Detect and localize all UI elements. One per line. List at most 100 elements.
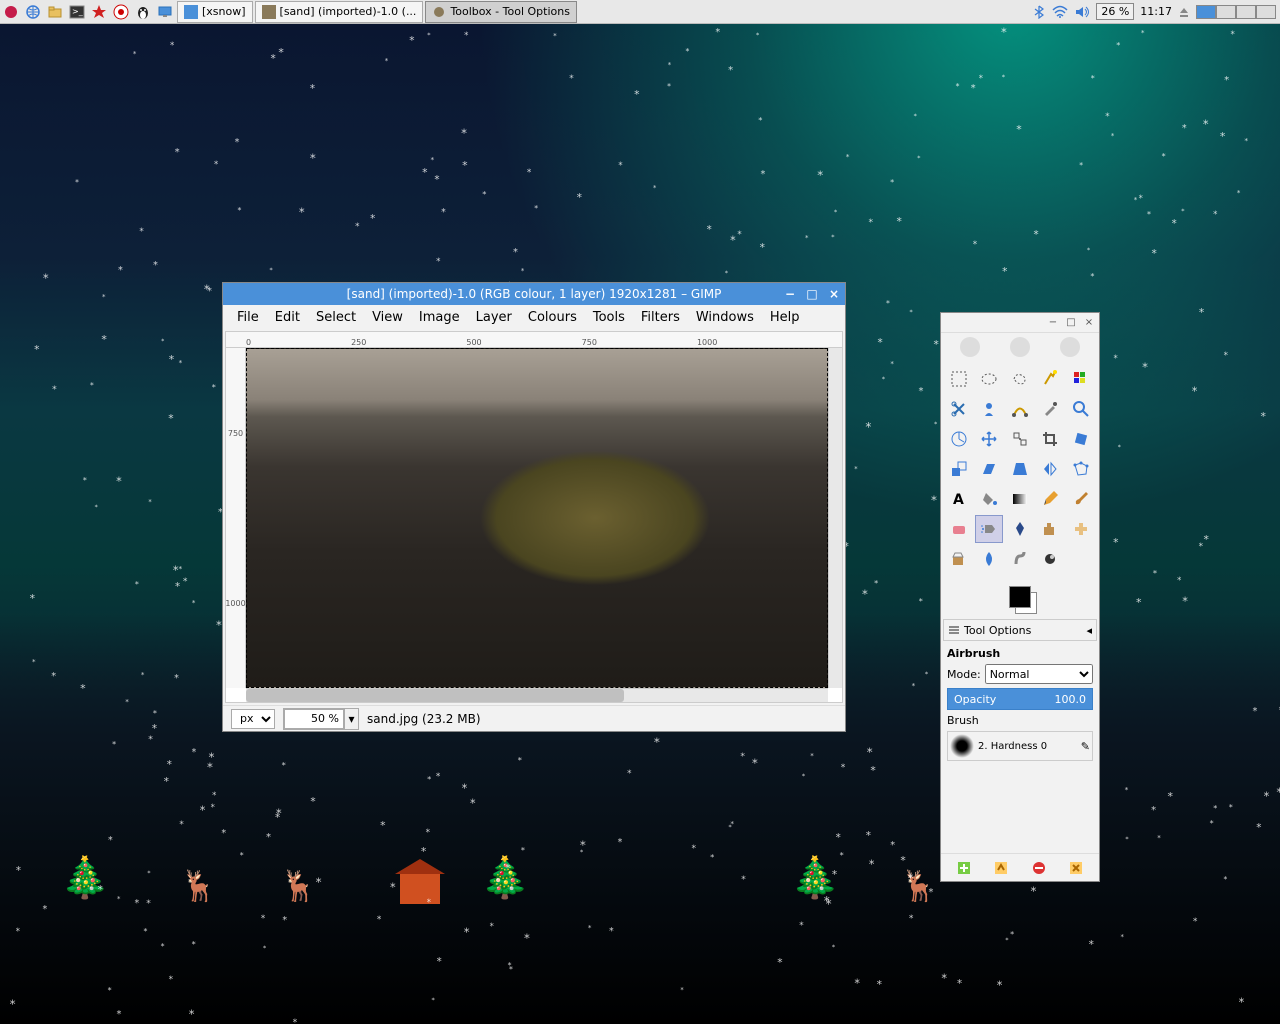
eject-icon[interactable]: [1178, 6, 1190, 18]
free-select-tool[interactable]: [1006, 365, 1034, 393]
app-menu-icon[interactable]: [0, 1, 22, 23]
brush-edit-icon[interactable]: ✎: [1081, 740, 1090, 753]
bucket-fill-tool[interactable]: [975, 485, 1003, 513]
status-file: sand.jpg (23.2 MB): [367, 712, 481, 726]
volume-icon[interactable]: [1074, 5, 1090, 19]
ellipse-select-tool[interactable]: [975, 365, 1003, 393]
minimize-button[interactable]: −: [1047, 317, 1059, 329]
delete-preset-icon[interactable]: [1029, 858, 1049, 878]
cage-tool[interactable]: [1067, 455, 1095, 483]
heal-tool[interactable]: [1067, 515, 1095, 543]
workspace-switcher[interactable]: [1196, 5, 1276, 19]
ruler-vertical[interactable]: 7501000: [226, 348, 246, 688]
options-footer: [941, 853, 1099, 881]
files-icon[interactable]: [44, 1, 66, 23]
unit-select[interactable]: px: [231, 709, 275, 729]
brush-selector[interactable]: 2. Hardness 0 ✎: [947, 731, 1093, 761]
menu-select[interactable]: Select: [308, 307, 364, 328]
menu-view[interactable]: View: [364, 307, 411, 328]
foreground-select-tool[interactable]: [975, 395, 1003, 423]
menu-edit[interactable]: Edit: [267, 307, 308, 328]
menu-help[interactable]: Help: [762, 307, 808, 328]
restore-preset-icon[interactable]: [991, 858, 1011, 878]
rotate-tool[interactable]: [1067, 425, 1095, 453]
close-button[interactable]: ×: [827, 287, 841, 301]
logo-icon[interactable]: [110, 1, 132, 23]
measure-tool[interactable]: [945, 425, 973, 453]
monitor-icon[interactable]: [154, 1, 176, 23]
ruler-horizontal[interactable]: 02505007501000: [226, 332, 842, 348]
task-label: [sand] (imported)-1.0 (...: [280, 5, 417, 18]
minimize-button[interactable]: −: [783, 287, 797, 301]
flip-tool[interactable]: [1036, 455, 1064, 483]
reset-preset-icon[interactable]: [1066, 858, 1086, 878]
xsnow-tree: [60, 854, 90, 904]
tool-grid: A: [941, 361, 1099, 577]
paths-tool[interactable]: [1006, 395, 1034, 423]
maximize-button[interactable]: □: [805, 287, 819, 301]
crop-tool[interactable]: [1036, 425, 1064, 453]
menu-file[interactable]: File: [229, 307, 267, 328]
image-canvas[interactable]: [246, 348, 828, 688]
bluetooth-icon[interactable]: [1032, 5, 1046, 19]
shear-tool[interactable]: [975, 455, 1003, 483]
menu-image[interactable]: Image: [411, 307, 468, 328]
text-tool[interactable]: A: [945, 485, 973, 513]
toolbox-titlebar[interactable]: − □ ×: [941, 313, 1099, 333]
move-tool[interactable]: [975, 425, 1003, 453]
align-tool[interactable]: [1006, 425, 1034, 453]
maximize-button[interactable]: □: [1065, 317, 1077, 329]
zoom-dropdown-icon[interactable]: ▾: [344, 709, 358, 729]
dodge-burn-tool[interactable]: [1036, 545, 1064, 573]
eraser-tool[interactable]: [945, 515, 973, 543]
tux-icon[interactable]: [132, 1, 154, 23]
fg-bg-color[interactable]: [941, 577, 1099, 617]
wifi-icon[interactable]: [1052, 5, 1068, 19]
close-button[interactable]: ×: [1083, 317, 1095, 329]
scissors-tool[interactable]: [945, 395, 973, 423]
gimp-titlebar[interactable]: [sand] (imported)-1.0 (RGB colour, 1 lay…: [223, 283, 845, 305]
terminal-icon[interactable]: >_: [66, 1, 88, 23]
blend-tool[interactable]: [1006, 485, 1034, 513]
tool-options-header[interactable]: Tool Options ◂: [943, 619, 1097, 641]
clone-tool[interactable]: [1036, 515, 1064, 543]
by-color-select-tool[interactable]: [1067, 365, 1095, 393]
menu-filters[interactable]: Filters: [633, 307, 688, 328]
blur-tool[interactable]: [975, 545, 1003, 573]
vertical-scrollbar[interactable]: [828, 348, 842, 688]
menu-layer[interactable]: Layer: [468, 307, 520, 328]
perspective-clone-tool[interactable]: [945, 545, 973, 573]
mode-select[interactable]: Normal: [985, 664, 1093, 684]
perspective-tool[interactable]: [1006, 455, 1034, 483]
brush-label: Brush: [947, 714, 1093, 727]
browser-icon[interactable]: [22, 1, 44, 23]
star-icon[interactable]: [88, 1, 110, 23]
battery-indicator[interactable]: 26 %: [1096, 3, 1134, 20]
rect-select-tool[interactable]: [945, 365, 973, 393]
svg-text:A: A: [953, 492, 964, 508]
task-xsnow[interactable]: [xsnow]: [177, 1, 253, 23]
horizontal-scrollbar[interactable]: [246, 688, 828, 702]
zoom-tool[interactable]: [1067, 395, 1095, 423]
save-preset-icon[interactable]: [954, 858, 974, 878]
fuzzy-select-tool[interactable]: [1036, 365, 1064, 393]
menu-colours[interactable]: Colours: [520, 307, 585, 328]
detach-icon[interactable]: ◂: [1086, 624, 1092, 637]
gimp-toolbox-window: − □ × A: [940, 312, 1100, 882]
clock[interactable]: 11:17: [1140, 5, 1172, 18]
paintbrush-tool[interactable]: [1067, 485, 1095, 513]
airbrush-tool[interactable]: [975, 515, 1003, 543]
smudge-tool[interactable]: [1006, 545, 1034, 573]
task-gimp-toolbox[interactable]: Toolbox - Tool Options: [425, 1, 577, 23]
task-gimp-image[interactable]: [sand] (imported)-1.0 (...: [255, 1, 424, 23]
scale-tool[interactable]: [945, 455, 973, 483]
opacity-slider[interactable]: Opacity 100.0: [947, 688, 1093, 710]
zoom-field[interactable]: [284, 709, 344, 729]
menu-tools[interactable]: Tools: [585, 307, 633, 328]
color-picker-tool[interactable]: [1036, 395, 1064, 423]
svg-text:>_: >_: [72, 7, 84, 16]
taskbar: >_ [xsnow] [sand] (imported)-1.0 (... To…: [0, 0, 1280, 24]
ink-tool[interactable]: [1006, 515, 1034, 543]
pencil-tool[interactable]: [1036, 485, 1064, 513]
menu-windows[interactable]: Windows: [688, 307, 762, 328]
